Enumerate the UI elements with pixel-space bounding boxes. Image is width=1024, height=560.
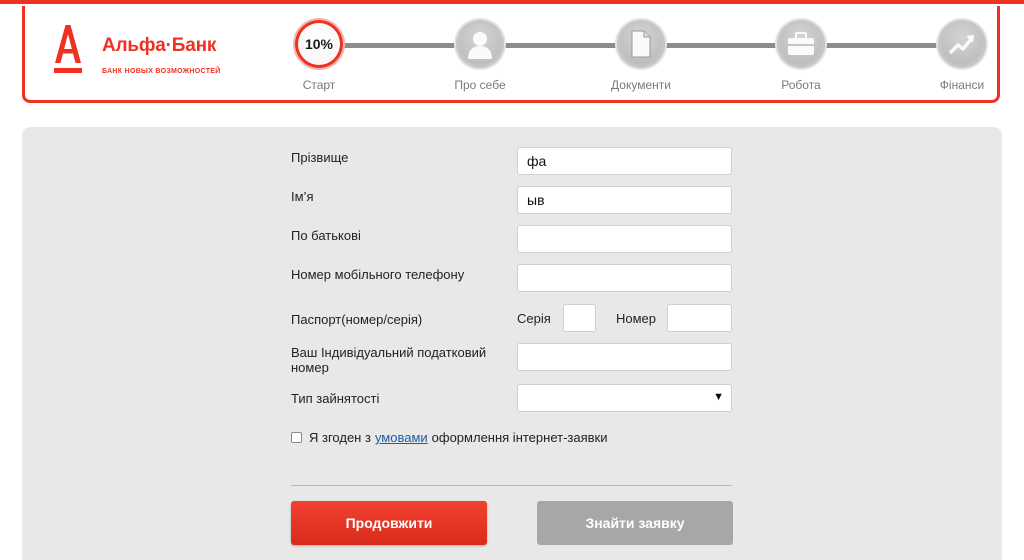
step-finance: Фінанси [917, 20, 1007, 92]
tax-id-label: Ваш Індивідуальний податковий номер [291, 345, 487, 375]
header: Альфа·Банк БАНК НОВЫХ ВОЗМОЖНОСТЕЙ 10% С… [22, 6, 1000, 103]
step-documents-circle [617, 20, 665, 68]
bank-slogan: БАНК НОВЫХ ВОЗМОЖНОСТЕЙ [102, 68, 221, 75]
phone-label: Номер мобільного телефону [291, 267, 465, 282]
document-icon [631, 30, 651, 58]
passport-series-input[interactable] [563, 304, 596, 332]
tax-id-input[interactable] [517, 343, 732, 371]
employment-label: Тип зайнятості [291, 391, 380, 406]
form-panel [22, 127, 1002, 560]
terms-link[interactable]: умовами [375, 430, 428, 445]
top-accent-line [0, 0, 1024, 4]
passport-number-label: Номер [616, 311, 657, 326]
step-about: Про себе [435, 20, 525, 92]
step-documents: Документи [596, 20, 686, 92]
employment-select[interactable]: ▼ [517, 384, 732, 412]
step-label: Старт [302, 78, 336, 92]
passport-series-label: Серія [517, 311, 551, 326]
name-input[interactable] [517, 186, 732, 214]
step-about-circle [456, 20, 504, 68]
bank-name: Альфа·Банк [102, 35, 217, 56]
phone-input[interactable] [517, 264, 732, 292]
surname-label: Прізвище [291, 150, 349, 165]
surname-input[interactable] [517, 147, 732, 175]
progress-percent: 10% [304, 36, 334, 52]
step-work-circle [777, 20, 825, 68]
step-label: Робота [781, 78, 821, 92]
passport-number-input[interactable] [667, 304, 732, 332]
name-label: Ім’я [291, 189, 314, 204]
step-label: Про себе [454, 78, 506, 92]
step-label: Документи [611, 78, 671, 92]
passport-label: Паспорт(номер/серія) [291, 312, 423, 327]
person-icon [468, 32, 492, 59]
step-finance-circle [938, 20, 986, 68]
step-work: Робота [756, 20, 846, 92]
step-label: Фінанси [939, 78, 985, 92]
chart-up-icon [948, 35, 974, 55]
agree-text-after: оформлення інтернет-заявки [431, 430, 608, 445]
continue-button[interactable]: Продовжити [291, 501, 487, 545]
agree-row: Я згоден з умовами оформлення інтернет-з… [291, 430, 608, 445]
progress-indicator: 10% [295, 20, 343, 68]
bank-logo[interactable]: Альфа·Банк БАНК НОВЫХ ВОЗМОЖНОСТЕЙ [52, 23, 242, 83]
divider [291, 485, 732, 486]
patronymic-label: По батькові [291, 228, 361, 243]
find-application-button[interactable]: Знайти заявку [537, 501, 733, 545]
dropdown-arrow-icon: ▼ [713, 391, 724, 403]
agree-text-before: Я згоден з [309, 430, 371, 445]
alfa-logo-icon [54, 25, 82, 73]
agree-checkbox[interactable] [291, 432, 302, 443]
briefcase-icon [788, 32, 814, 55]
patronymic-input[interactable] [517, 225, 732, 253]
step-start: 10% Старт [274, 20, 364, 92]
